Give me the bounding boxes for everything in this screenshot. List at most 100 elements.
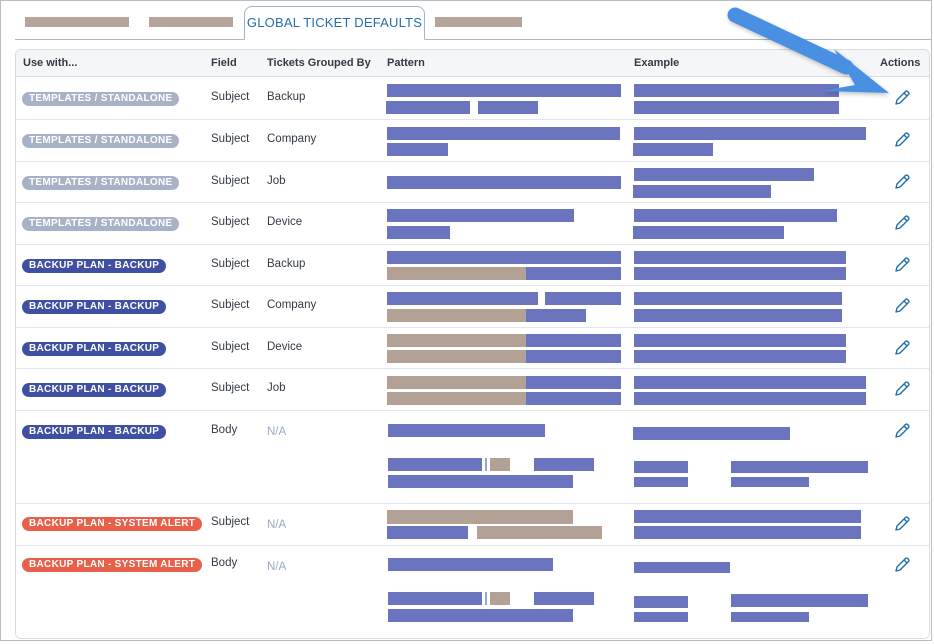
edit-button[interactable] xyxy=(892,514,912,534)
tab-redacted-1[interactable] xyxy=(25,17,129,27)
table-row: TEMPLATES / STANDALONE Subject Device xyxy=(16,203,929,245)
example-redacted xyxy=(634,309,842,322)
example-redacted xyxy=(634,292,842,305)
grouped-by-cell: Backup xyxy=(267,91,306,103)
use-with-badge: TEMPLATES / STANDALONE xyxy=(22,217,180,231)
example-redacted xyxy=(634,510,861,523)
window-frame: GLOBAL TICKET DEFAULTS Use with... Field… xyxy=(0,0,932,641)
pencil-icon xyxy=(895,174,910,189)
pattern-redacted xyxy=(534,458,594,471)
pattern-redacted xyxy=(526,267,621,280)
edit-button[interactable] xyxy=(892,255,912,275)
use-with-badge: BACKUP PLAN - BACKUP xyxy=(22,383,167,397)
pattern-redacted xyxy=(388,609,573,622)
tab-redacted-3[interactable] xyxy=(435,17,522,27)
header-grouped-by: Tickets Grouped By xyxy=(267,57,371,69)
pattern-redacted xyxy=(545,292,621,305)
pattern-variable xyxy=(387,267,526,280)
tab-redacted-2[interactable] xyxy=(149,17,233,27)
table-row: BACKUP PLAN - BACKUP Body N/A xyxy=(16,411,929,504)
edit-button[interactable] xyxy=(892,88,912,108)
pattern-redacted xyxy=(386,101,470,114)
edit-button[interactable] xyxy=(892,172,912,192)
pattern-redacted xyxy=(387,127,620,140)
pattern-redacted xyxy=(526,392,621,405)
edit-button[interactable] xyxy=(892,213,912,233)
use-with-badge: BACKUP PLAN - BACKUP xyxy=(22,425,167,439)
pencil-icon xyxy=(895,257,910,272)
field-cell: Subject xyxy=(211,258,250,270)
grouped-by-cell: Job xyxy=(267,175,286,187)
edit-button[interactable] xyxy=(892,296,912,316)
pattern-redacted xyxy=(388,424,545,437)
pattern-redacted xyxy=(387,143,448,156)
ticket-defaults-table: Use with... Field Tickets Grouped By Pat… xyxy=(15,49,930,639)
header-field: Field xyxy=(211,57,237,69)
example-redacted xyxy=(634,612,688,622)
example-redacted xyxy=(634,101,839,114)
grouped-by-cell: Backup xyxy=(267,258,306,270)
pattern-variable xyxy=(387,376,526,389)
table-header: Use with... Field Tickets Grouped By Pat… xyxy=(16,50,929,77)
example-redacted xyxy=(634,596,688,608)
grouped-by-cell: Device xyxy=(267,341,303,353)
pattern-variable xyxy=(387,392,526,405)
example-redacted xyxy=(633,226,784,239)
use-with-badge: BACKUP PLAN - BACKUP xyxy=(22,300,167,314)
grouped-by-cell: N/A xyxy=(267,519,287,531)
table-row: BACKUP PLAN - BACKUP Subject Job xyxy=(16,369,929,411)
edit-button[interactable] xyxy=(892,130,912,150)
pattern-redacted xyxy=(388,458,482,471)
pattern-variable xyxy=(387,510,573,524)
use-with-badge: TEMPLATES / STANDALONE xyxy=(22,176,180,190)
example-redacted xyxy=(731,461,868,473)
pattern-cursor xyxy=(485,458,487,471)
edit-button[interactable] xyxy=(892,421,912,441)
header-actions: Actions xyxy=(880,57,921,69)
edit-button[interactable] xyxy=(892,338,912,358)
header-pattern: Pattern xyxy=(387,57,425,69)
pattern-redacted xyxy=(387,209,574,222)
pattern-redacted xyxy=(526,350,621,363)
example-redacted xyxy=(634,562,730,573)
use-with-badge: TEMPLATES / STANDALONE xyxy=(22,92,180,106)
example-redacted xyxy=(731,477,809,487)
example-redacted xyxy=(633,427,790,440)
pattern-redacted xyxy=(534,592,594,605)
example-redacted xyxy=(634,477,688,487)
grouped-by-cell: Job xyxy=(267,382,286,394)
field-cell: Subject xyxy=(211,175,250,187)
use-with-badge: BACKUP PLAN - SYSTEM ALERT xyxy=(22,558,203,572)
table-row: BACKUP PLAN - BACKUP Subject Backup xyxy=(16,245,929,286)
example-redacted xyxy=(634,84,839,97)
example-redacted xyxy=(731,594,868,607)
field-cell: Body xyxy=(211,557,238,569)
pattern-variable xyxy=(387,334,526,347)
example-redacted xyxy=(634,168,814,181)
tab-global-ticket-defaults[interactable]: GLOBAL TICKET DEFAULTS xyxy=(244,6,425,40)
pencil-icon xyxy=(895,340,910,355)
table-row: BACKUP PLAN - BACKUP Subject Device xyxy=(16,328,929,369)
pencil-icon xyxy=(895,516,910,531)
field-cell: Subject xyxy=(211,133,250,145)
use-with-badge: BACKUP PLAN - SYSTEM ALERT xyxy=(22,517,203,531)
edit-button[interactable] xyxy=(892,379,912,399)
pattern-redacted xyxy=(387,176,621,189)
field-cell: Subject xyxy=(211,382,250,394)
pattern-redacted xyxy=(388,475,573,488)
pattern-redacted xyxy=(387,226,450,239)
grouped-by-cell: N/A xyxy=(267,426,287,438)
example-redacted xyxy=(634,267,846,280)
example-redacted xyxy=(634,350,846,363)
edit-button[interactable] xyxy=(892,555,912,575)
pattern-variable xyxy=(477,526,602,539)
field-cell: Subject xyxy=(211,516,250,528)
example-redacted xyxy=(634,376,866,389)
example-redacted xyxy=(633,143,713,156)
pencil-icon xyxy=(895,423,910,438)
example-redacted xyxy=(634,334,846,347)
pattern-variable xyxy=(490,458,510,471)
pattern-redacted xyxy=(526,309,586,322)
pattern-redacted xyxy=(388,558,553,571)
use-with-badge: TEMPLATES / STANDALONE xyxy=(22,134,180,148)
